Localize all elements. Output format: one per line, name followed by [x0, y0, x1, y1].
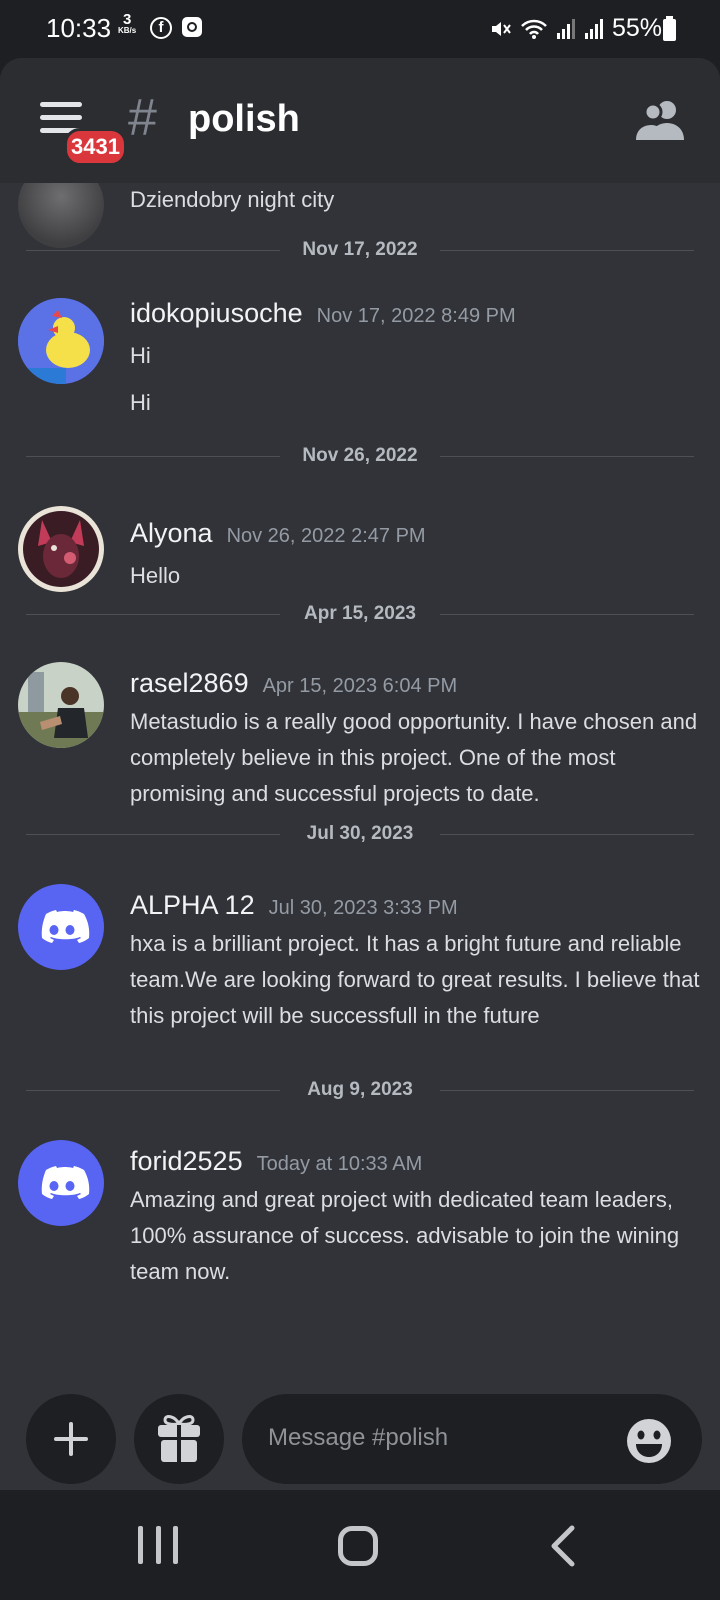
channel-title: polish: [188, 98, 300, 140]
status-time: 10:33: [46, 13, 112, 43]
hash-icon: #: [128, 89, 157, 147]
message-timestamp: Nov 26, 2022 2:47 PM: [226, 525, 426, 547]
battery-percent: 55%: [611, 14, 662, 42]
home-button[interactable]: [338, 1526, 378, 1566]
message-timestamp: Nov 17, 2022 8:49 PM: [316, 305, 516, 327]
battery-icon: [663, 16, 676, 41]
message-header: idokopiusoche Nov 17, 2022 8:49 PM: [130, 298, 516, 329]
message-timestamp: Apr 15, 2023 6:04 PM: [262, 675, 458, 697]
network-speed: 3 KB/s: [118, 11, 137, 36]
photo-avatar-image: [18, 662, 104, 748]
app-window: Dziendobry night city Nov 17, 2022 idoko…: [0, 58, 720, 1490]
emoji-icon[interactable]: [626, 1418, 672, 1464]
mute-icon: [491, 21, 511, 36]
discord-logo-icon: [41, 1166, 90, 1199]
members-icon[interactable]: [636, 98, 686, 142]
recent-apps-button[interactable]: [138, 1526, 178, 1564]
message-header: Alyona Nov 26, 2022 2:47 PM: [130, 518, 426, 549]
gift-button[interactable]: [134, 1394, 224, 1484]
status-indicators: 55%: [490, 14, 662, 43]
network-speed-unit: KB/s: [118, 26, 137, 35]
unread-badge: 3431: [64, 128, 127, 166]
facebook-icon: f: [150, 17, 172, 39]
author-name[interactable]: idokopiusoche: [130, 298, 303, 329]
message-list[interactable]: Dziendobry night city Nov 17, 2022 idoko…: [0, 58, 720, 1490]
message-text: Hi: [130, 390, 151, 415]
network-speed-value: 3: [122, 11, 132, 28]
doberman-avatar-image: [18, 506, 104, 592]
date-divider-label: Aug 9, 2023: [307, 1079, 413, 1100]
author-name[interactable]: Alyona: [130, 518, 213, 549]
avatar[interactable]: [18, 662, 104, 748]
add-attachment-button[interactable]: [26, 1394, 116, 1484]
date-divider-label: Apr 15, 2023: [304, 603, 416, 624]
date-divider: Nov 17, 2022: [26, 238, 694, 262]
discord-logo-icon: [41, 910, 90, 943]
date-divider-label: Nov 17, 2022: [302, 239, 418, 260]
message-header: rasel2869 Apr 15, 2023 6:04 PM: [130, 668, 457, 699]
signal-icon-2: [584, 18, 603, 39]
message-text: Hi: [130, 343, 151, 368]
gift-icon: [158, 1415, 200, 1462]
date-divider: Nov 26, 2022: [26, 444, 694, 468]
avatar[interactable]: [18, 506, 104, 592]
date-divider-label: Jul 30, 2023: [306, 823, 414, 844]
avatar[interactable]: [18, 298, 104, 384]
message-composer: Message #polish: [0, 1368, 720, 1490]
wifi-icon: [521, 19, 547, 39]
date-divider: Aug 9, 2023: [26, 1078, 694, 1102]
message-input-placeholder: Message #polish: [268, 1424, 449, 1451]
avatar[interactable]: [18, 1140, 104, 1226]
date-divider: Jul 30, 2023: [26, 822, 694, 846]
message-timestamp: Today at 10:33 AM: [256, 1153, 423, 1175]
date-divider-label: Nov 26, 2022: [302, 445, 418, 466]
notification-app-icon: [182, 17, 202, 37]
date-divider: Apr 15, 2023: [26, 602, 694, 626]
message-header: forid2525 Today at 10:33 AM: [130, 1146, 422, 1177]
author-name[interactable]: rasel2869: [130, 668, 249, 699]
recent-apps-icon: [138, 1526, 143, 1564]
message-text: hxa is a brilliant project. It has a bri…: [130, 931, 700, 1028]
author-name[interactable]: forid2525: [130, 1146, 243, 1177]
message-header: ALPHA 12 Jul 30, 2023 3:33 PM: [130, 890, 458, 921]
system-nav-bar: [0, 1490, 720, 1600]
message-input[interactable]: Message #polish: [242, 1394, 702, 1484]
menu-icon: [40, 102, 82, 107]
channel-header: 3431 # polish: [0, 58, 720, 183]
message-text: Metastudio is a really good opportunity.…: [130, 709, 698, 806]
message-timestamp: Jul 30, 2023 3:33 PM: [268, 897, 458, 919]
signal-icon-1: [556, 18, 575, 39]
duck-avatar-image: [18, 298, 104, 384]
author-name[interactable]: ALPHA 12: [130, 890, 255, 921]
message-text: Hello: [130, 563, 181, 588]
message-text: Dziendobry night city: [130, 187, 335, 212]
status-bar: 10:33 3 KB/s f 55%: [0, 0, 720, 58]
back-button[interactable]: [544, 1524, 584, 1568]
avatar[interactable]: [18, 884, 104, 970]
message-text: Amazing and great project with dedicated…: [130, 1187, 680, 1284]
